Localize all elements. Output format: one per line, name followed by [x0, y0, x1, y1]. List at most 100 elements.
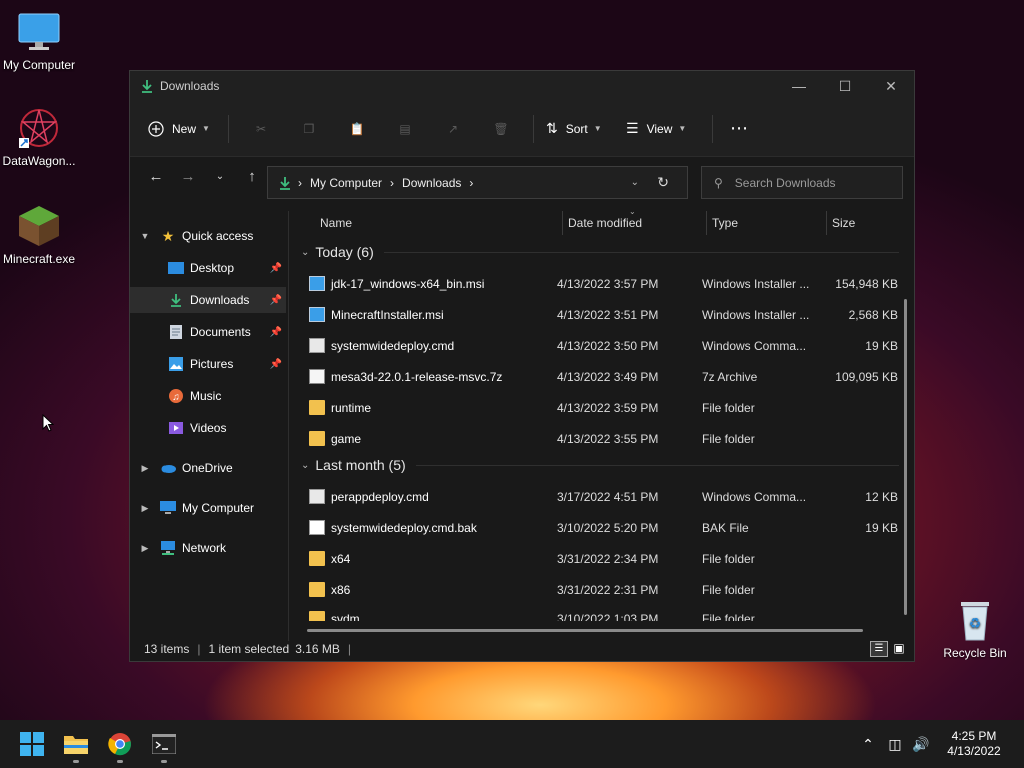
sidebar-item-videos[interactable]: Videos [130, 415, 286, 441]
file-name: game [331, 431, 362, 446]
column-divider[interactable] [562, 211, 563, 235]
pin-icon[interactable]: 📌 [270, 327, 282, 338]
sidebar-item-music[interactable]: ♫ Music [130, 383, 286, 409]
table-row[interactable]: svdm 3/10/2022 1:03 PM File folder [299, 605, 899, 621]
table-row[interactable]: systemwidedeploy.cmd.bak 3/10/2022 5:20 … [299, 512, 899, 543]
column-divider[interactable] [826, 211, 827, 235]
table-row[interactable]: x64 3/31/2022 2:34 PM File folder [299, 543, 899, 574]
group-label: Today (6) [315, 244, 374, 260]
chevron-down-icon[interactable]: ▼ [138, 231, 152, 241]
rename-icon[interactable]: ▤ [381, 113, 429, 145]
pin-icon[interactable]: 📌 [270, 359, 282, 370]
sort-button[interactable]: ⇅ Sort ▼ [542, 113, 622, 145]
group-header-today[interactable]: ⌄ Today (6) [301, 244, 899, 260]
videos-icon [168, 421, 184, 435]
desktop-icon-label: My Computer [2, 58, 76, 72]
sidebar-item-my-computer[interactable]: ▶ My Computer [130, 495, 286, 521]
file-date: 3/31/2022 2:31 PM [557, 582, 659, 597]
breadcrumb-chevron-icon: › [390, 175, 395, 190]
close-button[interactable]: ✕ [868, 71, 914, 101]
group-header-last-month[interactable]: ⌄ Last month (5) [301, 457, 899, 473]
desktop-icon-label: Minecraft.exe [2, 252, 76, 266]
sidebar-item-quick-access[interactable]: ▼ ★ Quick access [130, 223, 286, 249]
network-status-icon[interactable]: ◫ [882, 720, 908, 768]
status-divider: | [347, 642, 352, 656]
table-row[interactable]: jdk-17_windows-x64_bin.msi 4/13/2022 3:5… [299, 268, 899, 299]
title-bar[interactable]: Downloads — ☐ ✕ [130, 71, 914, 101]
search-placeholder: Search Downloads [734, 175, 836, 190]
view-button[interactable]: ☰ View ▼ [622, 113, 704, 145]
pane-divider[interactable] [288, 211, 289, 641]
show-desktop-button[interactable] [1014, 720, 1024, 768]
sidebar-item-network[interactable]: ▶ Network [130, 535, 286, 561]
taskbar-chrome[interactable] [98, 720, 142, 768]
column-header-date[interactable]: Date modified [568, 216, 642, 240]
up-arrow-icon[interactable]: ↑ [236, 168, 268, 185]
more-options-button[interactable]: ⋯ [721, 113, 757, 145]
pin-icon[interactable]: 📌 [270, 263, 282, 274]
pin-icon[interactable]: 📌 [270, 295, 282, 306]
sidebar-item-desktop[interactable]: Desktop 📌 [130, 255, 286, 281]
table-row[interactable]: runtime 4/13/2022 3:59 PM File folder [299, 392, 899, 423]
new-button[interactable]: New ▼ [148, 113, 220, 145]
vertical-scrollbar[interactable] [904, 299, 907, 615]
address-dropdown-icon[interactable]: ⌄ [631, 177, 639, 188]
minimize-button[interactable]: — [776, 71, 822, 101]
cut-icon[interactable]: ✂ [237, 113, 285, 145]
sidebar-item-pictures[interactable]: Pictures 📌 [130, 351, 286, 377]
column-header-type[interactable]: Type [712, 216, 738, 240]
column-header-name[interactable]: Name [320, 216, 352, 240]
desktop-icon-minecraft[interactable]: Minecraft.exe [0, 204, 78, 266]
table-row[interactable]: systemwidedeploy.cmd 4/13/2022 3:50 PM W… [299, 330, 899, 361]
address-bar[interactable]: › My Computer › Downloads › ⌄ ↻ [267, 166, 688, 199]
search-box[interactable]: ⚲ Search Downloads [701, 166, 903, 199]
volume-icon[interactable]: 🔊 [908, 720, 934, 768]
taskbar-file-explorer[interactable] [54, 720, 98, 768]
copy-icon[interactable]: ❐ [285, 113, 333, 145]
delete-icon[interactable]: 🗑 [477, 113, 525, 145]
taskbar-terminal[interactable] [142, 720, 186, 768]
sidebar-item-downloads[interactable]: Downloads 📌 [130, 287, 286, 313]
recent-chevron-icon[interactable]: ⌄ [204, 171, 236, 182]
chevron-right-icon[interactable]: ▶ [138, 463, 152, 474]
details-view-icon[interactable]: ☰ [870, 641, 888, 657]
horizontal-scrollbar[interactable] [307, 629, 863, 632]
refresh-icon[interactable]: ↻ [657, 174, 669, 191]
chevron-right-icon[interactable]: ▶ [138, 543, 152, 554]
maximize-button[interactable]: ☐ [822, 71, 868, 101]
breadcrumb-downloads[interactable]: Downloads [402, 176, 461, 190]
desktop-icon-datawagon[interactable]: DataWagon... [0, 106, 78, 168]
sidebar-item-documents[interactable]: Documents 📌 [130, 319, 286, 345]
start-button[interactable] [10, 720, 54, 768]
column-header-size[interactable]: Size [832, 216, 855, 240]
desktop-icon-my-computer[interactable]: My Computer [0, 10, 78, 72]
sidebar-item-onedrive[interactable]: ▶ OneDrive [130, 455, 286, 481]
running-indicator [161, 760, 167, 763]
desktop-icon-recycle-bin[interactable]: ♻ Recycle Bin [936, 598, 1014, 660]
table-row[interactable]: game 4/13/2022 3:55 PM File folder [299, 423, 899, 454]
window-title: Downloads [160, 79, 220, 93]
table-row[interactable]: MinecraftInstaller.msi 4/13/2022 3:51 PM… [299, 299, 899, 330]
file-type: Windows Comma... [702, 489, 807, 504]
table-row[interactable]: perappdeploy.cmd 3/17/2022 4:51 PM Windo… [299, 481, 899, 512]
forward-arrow-icon[interactable]: → [172, 168, 204, 185]
chevron-right-icon[interactable]: ▶ [138, 503, 152, 514]
chevron-down-icon: ▼ [202, 124, 210, 133]
tiles-view-icon[interactable]: ▣ [890, 641, 908, 657]
column-divider[interactable] [706, 211, 707, 235]
table-row[interactable]: mesa3d-22.0.1-release-msvc.7z 4/13/2022 … [299, 361, 899, 392]
back-arrow-icon[interactable]: ← [140, 168, 172, 185]
7z-archive-icon [309, 369, 325, 384]
table-row[interactable]: x86 3/31/2022 2:31 PM File folder [299, 574, 899, 605]
share-icon[interactable]: ↗ [429, 113, 477, 145]
show-hidden-icons-chevron-icon[interactable]: ⌃ [854, 720, 882, 768]
breadcrumb-my-computer[interactable]: My Computer [310, 176, 382, 190]
document-icon [168, 325, 184, 339]
msi-installer-icon [309, 307, 325, 322]
file-date: 3/31/2022 2:34 PM [557, 551, 659, 566]
mouse-cursor-icon [42, 414, 54, 432]
toolbar-divider [228, 114, 229, 143]
paste-icon[interactable]: 📋 [333, 113, 381, 145]
file-name: svdm [331, 611, 360, 622]
system-clock[interactable]: 4:25 PM 4/13/2022 [934, 729, 1014, 759]
